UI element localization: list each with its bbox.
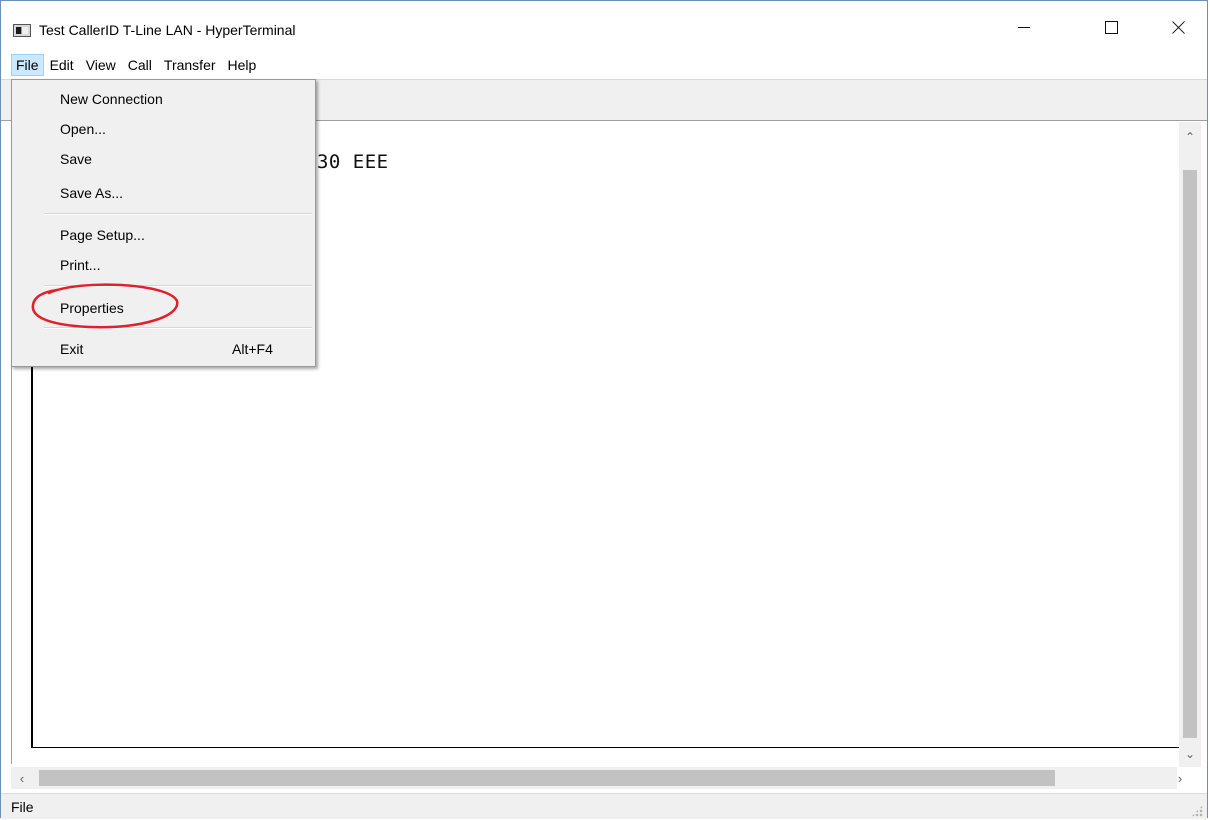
title-bar[interactable]: Test CallerID T-Line LAN - HyperTerminal — [1, 1, 1207, 51]
vertical-scrollbar[interactable]: ⌃ ⌄ — [1179, 122, 1201, 767]
status-bar: File — [1, 793, 1207, 819]
menu-item-label: Save — [60, 151, 92, 167]
menu-help[interactable]: Help — [222, 54, 263, 76]
menu-item-label: Open... — [60, 121, 106, 137]
close-icon — [1172, 20, 1186, 34]
menu-item-page-setup[interactable]: Page Setup... — [12, 220, 315, 250]
menu-edit[interactable]: Edit — [44, 54, 80, 76]
menu-separator — [44, 213, 312, 215]
scroll-right-icon[interactable]: › — [1169, 767, 1191, 789]
menu-item-open[interactable]: Open... — [12, 114, 315, 144]
menu-file[interactable]: File — [11, 54, 44, 76]
menu-separator — [44, 327, 312, 329]
horizontal-scroll-thumb[interactable] — [39, 770, 1055, 786]
scroll-left-icon[interactable]: ‹ — [11, 767, 33, 789]
menu-item-save-as[interactable]: Save As... — [12, 178, 315, 208]
hyperterminal-app-icon[interactable] — [13, 24, 31, 37]
menu-item-label: Exit — [60, 341, 84, 357]
terminal-text-line: 730 EEE — [305, 151, 389, 173]
window-title: Test CallerID T-Line LAN - HyperTerminal — [39, 22, 296, 38]
maximize-icon — [1104, 20, 1118, 34]
menu-item-label: Print... — [60, 257, 101, 273]
scroll-up-icon[interactable]: ⌃ — [1179, 126, 1201, 148]
resize-grip-icon[interactable] — [1191, 805, 1203, 817]
menu-item-save[interactable]: Save — [12, 144, 315, 174]
menu-item-label: Save As... — [60, 185, 124, 201]
menu-item-label: Properties — [60, 300, 124, 316]
menu-call[interactable]: Call — [122, 54, 158, 76]
file-menu-dropdown: New Connection Open... Save Save As... P… — [11, 79, 316, 367]
vertical-scroll-thumb[interactable] — [1183, 170, 1197, 738]
menu-transfer[interactable]: Transfer — [158, 54, 222, 76]
menu-item-properties[interactable]: Properties — [12, 293, 315, 323]
menu-item-print[interactable]: Print... — [12, 250, 315, 280]
menu-item-label: New Connection — [60, 91, 163, 107]
maximize-button[interactable] — [1088, 1, 1134, 43]
menu-item-exit[interactable]: Exit Alt+F4 — [12, 334, 315, 364]
minimize-button[interactable] — [1001, 1, 1047, 43]
minimize-icon — [1018, 26, 1030, 28]
menu-item-label: Page Setup... — [60, 227, 145, 243]
close-button[interactable] — [1156, 1, 1202, 43]
menu-view[interactable]: View — [80, 54, 122, 76]
menu-item-new-connection[interactable]: New Connection — [12, 84, 315, 114]
menu-bar: File Edit View Call Transfer Help — [1, 53, 1207, 77]
status-text: File — [11, 799, 34, 815]
menu-separator — [44, 285, 312, 287]
menu-item-shortcut: Alt+F4 — [232, 341, 273, 357]
horizontal-scrollbar[interactable]: ‹ › — [11, 767, 1182, 789]
scroll-down-icon[interactable]: ⌄ — [1179, 743, 1201, 765]
hyperterminal-window: Test CallerID T-Line LAN - HyperTerminal… — [0, 0, 1208, 819]
